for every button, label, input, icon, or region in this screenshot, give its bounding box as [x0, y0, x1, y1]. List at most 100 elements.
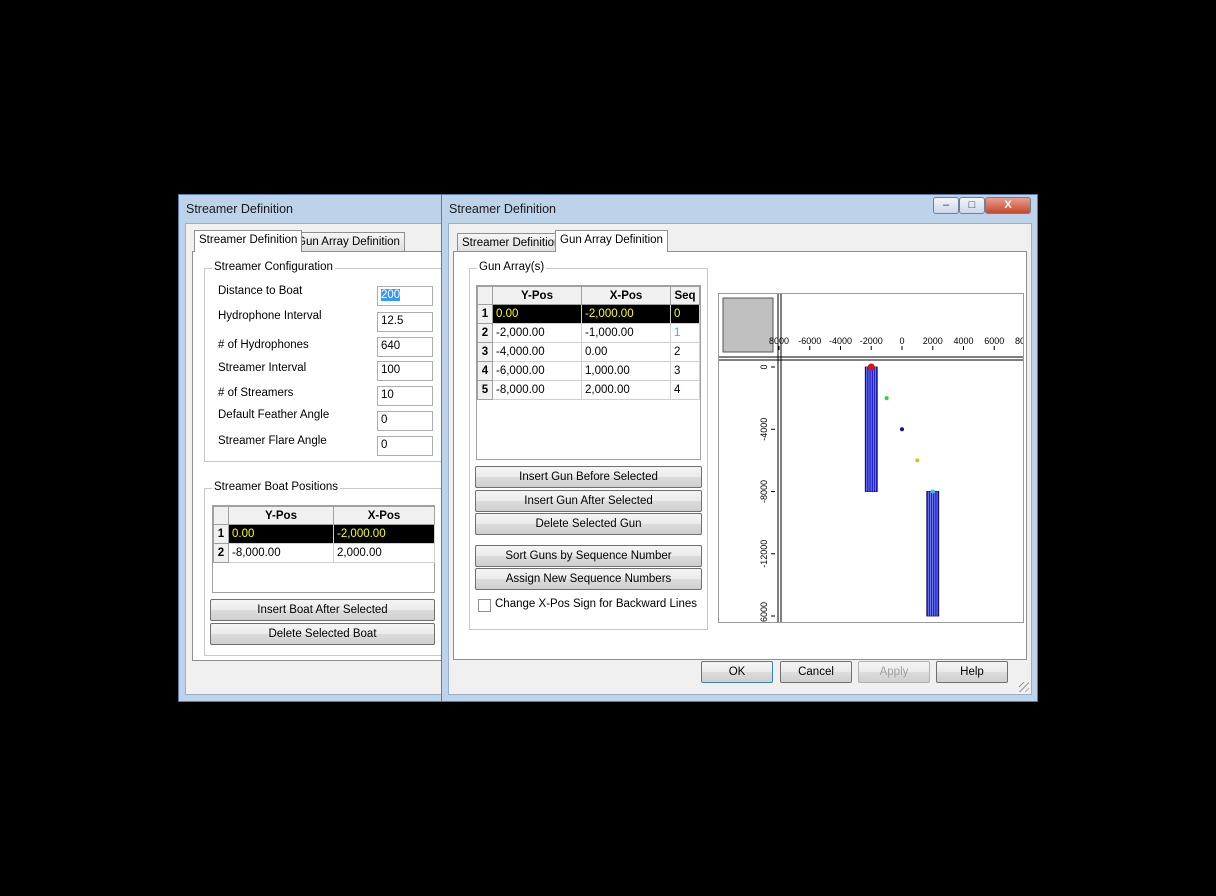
seq-cell[interactable]: 2: [670, 342, 700, 362]
table-row[interactable]: 2 -2,000.00 -1,000.00 1: [477, 323, 700, 343]
table-cell[interactable]: -2,000.00: [333, 524, 435, 544]
streamer-flare-angle-field[interactable]: 0: [377, 436, 433, 456]
gun-col-seq[interactable]: Seq: [670, 286, 700, 305]
close-button[interactable]: X: [985, 197, 1031, 214]
resize-grip-icon[interactable]: [1019, 682, 1029, 692]
row-header[interactable]: 1: [213, 524, 229, 544]
back-tab-streamer-definition[interactable]: Streamer Definition: [194, 230, 303, 252]
seq-cell[interactable]: 1: [670, 323, 700, 343]
front-dialog-window: Streamer Definition – □ X Streamer Defin…: [441, 194, 1038, 702]
seq-cell[interactable]: 3: [670, 361, 700, 381]
back-dialog-titlebar[interactable]: Streamer Definition: [179, 195, 452, 223]
seq-cell[interactable]: 4: [670, 380, 700, 400]
back-tab-page: Streamer Configuration Distance to Boat …: [192, 251, 462, 661]
gun-arrays-group: Gun Array(s) Y-Pos X-Pos Seq 1 0.00 -2,0…: [469, 261, 708, 630]
row-header[interactable]: 1: [477, 304, 493, 324]
front-dialog-client: Streamer Definition Gun Array Definition…: [448, 223, 1032, 695]
table-row[interactable]: 5 -8,000.00 2,000.00 4: [477, 380, 700, 400]
boat-col-ypos[interactable]: Y-Pos: [228, 506, 334, 525]
table-cell[interactable]: -8,000.00: [228, 543, 334, 563]
ok-button[interactable]: OK: [701, 661, 773, 683]
insert-boat-after-selected-button[interactable]: Insert Boat After Selected: [210, 599, 435, 621]
distance-to-boat-label: Distance to Boat: [218, 285, 303, 297]
delete-selected-boat-button[interactable]: Delete Selected Boat: [210, 623, 435, 645]
table-row[interactable]: 1 0.00 -2,000.00 0: [477, 304, 700, 324]
gun-col-ypos[interactable]: Y-Pos: [492, 286, 582, 305]
gun-point: [900, 427, 904, 432]
streamer-interval-field[interactable]: 100: [377, 361, 433, 381]
x-tick-label: 6000: [984, 336, 1004, 346]
back-dialog-window: Streamer Definition Streamer Definition …: [178, 194, 462, 702]
x-tick-label: -4000: [829, 336, 852, 346]
x-tick-label: -2000: [860, 336, 883, 346]
x-tick-label: 0: [899, 336, 904, 346]
table-cell[interactable]: 0.00: [228, 524, 334, 544]
default-feather-angle-field[interactable]: 0: [377, 411, 433, 431]
insert-gun-after-selected-button[interactable]: Insert Gun After Selected: [475, 490, 702, 512]
hydrophones-count-field[interactable]: 640: [377, 337, 433, 357]
hydrophone-interval-label: Hydrophone Interval: [218, 310, 322, 322]
gun-point: [915, 458, 920, 463]
hydrophones-count-label: # of Hydrophones: [218, 339, 309, 351]
table-cell[interactable]: 1,000.00: [581, 361, 671, 381]
boat-grid[interactable]: Y-Pos X-Pos 1 0.00 -2,000.00 2 -8,000.00…: [212, 505, 435, 593]
minimize-icon: –: [942, 199, 950, 211]
gun-grid[interactable]: Y-Pos X-Pos Seq 1 0.00 -2,000.00 0 2 -2,…: [476, 285, 701, 460]
change-xpos-sign-checkbox[interactable]: [478, 599, 491, 612]
gun-col-xpos[interactable]: X-Pos: [581, 286, 671, 305]
help-button[interactable]: Help: [936, 661, 1008, 683]
seq-cell[interactable]: 0: [670, 304, 700, 324]
delete-selected-gun-button[interactable]: Delete Selected Gun: [475, 513, 702, 535]
table-cell[interactable]: 2,000.00: [333, 543, 435, 563]
assign-new-sequence-numbers-button[interactable]: Assign New Sequence Numbers: [475, 568, 702, 590]
sort-guns-by-sequence-button[interactable]: Sort Guns by Sequence Number: [475, 545, 702, 567]
maximize-button[interactable]: □: [959, 197, 985, 214]
table-row[interactable]: 2 -8,000.00 2,000.00: [213, 543, 435, 563]
x-tick-label: -6000: [798, 336, 821, 346]
cancel-button[interactable]: Cancel: [780, 661, 852, 683]
table-cell[interactable]: -2,000.00: [581, 304, 671, 324]
table-cell[interactable]: 0.00: [581, 342, 671, 362]
table-cell[interactable]: -6,000.00: [492, 361, 582, 381]
table-row[interactable]: 4 -6,000.00 1,000.00 3: [477, 361, 700, 381]
row-header[interactable]: 5: [477, 380, 493, 400]
distance-to-boat-field[interactable]: 200: [377, 286, 433, 306]
row-header[interactable]: 2: [477, 323, 493, 343]
boat-col-xpos[interactable]: X-Pos: [333, 506, 435, 525]
table-cell[interactable]: 0.00: [492, 304, 582, 324]
front-tab-streamer-definition[interactable]: Streamer Definition: [457, 233, 566, 252]
hydrophone-interval-field[interactable]: 12.5: [377, 312, 433, 332]
table-row[interactable]: 3 -4,000.00 0.00 2: [477, 342, 700, 362]
streamer-configuration-group: Streamer Configuration Distance to Boat …: [204, 261, 454, 462]
x-tick-label: 2000: [923, 336, 943, 346]
change-xpos-sign-label[interactable]: Change X-Pos Sign for Backward Lines: [495, 598, 697, 610]
front-dialog-titlebar[interactable]: Streamer Definition – □ X: [442, 195, 1037, 223]
front-tab-page: Gun Array(s) Y-Pos X-Pos Seq 1 0.00 -2,0…: [453, 251, 1027, 660]
layout-plot[interactable]: 8000 -6000 -4000 -2000 0 2000 4000 6000 8000 0 -40…: [718, 293, 1024, 623]
front-tab-gun-array-definition[interactable]: Gun Array Definition: [555, 230, 668, 252]
table-cell[interactable]: 2,000.00: [581, 380, 671, 400]
table-cell[interactable]: -4,000.00: [492, 342, 582, 362]
back-tab-gun-array-definition[interactable]: Gun Array Definition: [292, 232, 405, 251]
table-cell[interactable]: -2,000.00: [492, 323, 582, 343]
streamer-interval-label: Streamer Interval: [218, 362, 307, 374]
default-feather-angle-label: Default Feather Angle: [218, 409, 330, 421]
table-cell[interactable]: -1,000.00: [581, 323, 671, 343]
y-tick-label: -12000: [759, 540, 769, 568]
y-tick-label: 0: [759, 364, 769, 369]
row-header[interactable]: 4: [477, 361, 493, 381]
streamers-count-field[interactable]: 10: [377, 386, 433, 406]
minimize-button[interactable]: –: [933, 197, 959, 214]
insert-gun-before-selected-button[interactable]: Insert Gun Before Selected: [475, 466, 702, 488]
gun-arrays-legend: Gun Array(s): [477, 261, 547, 273]
maximize-icon: □: [968, 199, 976, 211]
table-row[interactable]: 1 0.00 -2,000.00: [213, 524, 435, 544]
apply-button[interactable]: Apply: [858, 661, 930, 683]
y-tick-label: -8000: [759, 480, 769, 503]
gun-point: [867, 363, 875, 371]
row-header[interactable]: 3: [477, 342, 493, 362]
row-header[interactable]: 2: [213, 543, 229, 563]
table-cell[interactable]: -8,000.00: [492, 380, 582, 400]
layout-plot-svg: 8000 -6000 -4000 -2000 0 2000 4000 6000 8000 0 -40…: [719, 294, 1023, 622]
gun-table: Y-Pos X-Pos Seq 1 0.00 -2,000.00 0 2 -2,…: [477, 286, 700, 400]
